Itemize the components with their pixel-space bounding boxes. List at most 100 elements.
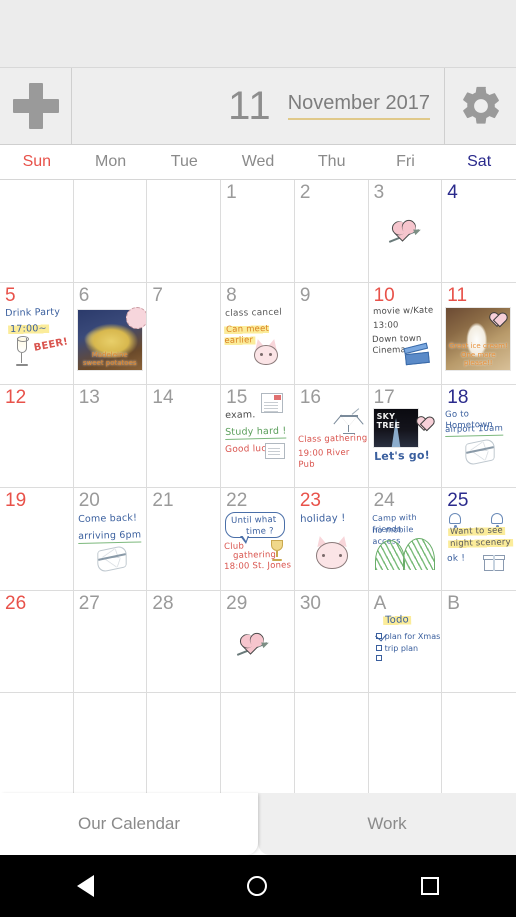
day-cell-empty[interactable] bbox=[73, 693, 148, 796]
notes-sticker bbox=[265, 443, 286, 460]
day-cell-26[interactable]: 26 bbox=[0, 590, 74, 694]
day-number: 20 bbox=[78, 489, 100, 511]
day-number: 17 bbox=[373, 387, 395, 409]
event-note-line1: exam. bbox=[225, 409, 256, 422]
add-event-button[interactable] bbox=[0, 68, 72, 144]
day-cell-14[interactable]: 14 bbox=[147, 385, 222, 488]
day-cell-16[interactable]: 16 Class gathering 19:00 River Pub bbox=[294, 385, 369, 488]
back-button-icon[interactable] bbox=[76, 875, 94, 897]
todo-item-2[interactable]: trip plan bbox=[375, 643, 419, 654]
hill-drawing-right bbox=[402, 537, 435, 570]
day-cell-7[interactable]: 7 bbox=[147, 282, 222, 386]
cat-face-sticker bbox=[313, 534, 351, 572]
day-cell-27[interactable]: 27 bbox=[73, 590, 148, 694]
day-cell-25[interactable]: 25 Want to see night scenery ok ! bbox=[442, 488, 516, 591]
day-cell-13[interactable]: 13 bbox=[73, 385, 148, 488]
event-area: movie w/Kate 13:00 Down town Cinema bbox=[369, 305, 442, 385]
day-cell-11[interactable]: 11 Great ice cream! One more please!! bbox=[442, 283, 516, 386]
day-cell-empty[interactable] bbox=[368, 693, 443, 796]
event-note-line1: movie w/Kate bbox=[372, 305, 434, 317]
event-area bbox=[369, 202, 442, 282]
day-cell-29[interactable]: 29 bbox=[221, 590, 295, 694]
toolbar: 11 November 2017 bbox=[0, 68, 516, 145]
weekday-fri: Fri bbox=[396, 153, 415, 170]
heart-arrow-sticker bbox=[235, 635, 271, 657]
day-cell-2[interactable]: 2 bbox=[294, 180, 369, 283]
day-cell[interactable] bbox=[147, 180, 222, 283]
day-cell-empty[interactable] bbox=[221, 693, 295, 796]
day-cell-3[interactable]: 3 bbox=[368, 180, 443, 283]
day-cell-21[interactable]: 21 bbox=[147, 487, 222, 591]
heart-sticker bbox=[490, 313, 504, 327]
day-number: 7 bbox=[152, 284, 163, 306]
day-cell-17[interactable]: 17 SKY TREE Let's go! bbox=[368, 385, 443, 488]
day-cell-10[interactable]: 10 movie w/Kate 13:00 Down town Cinema bbox=[368, 282, 443, 386]
checkbox-icon[interactable] bbox=[375, 654, 382, 661]
day-cell-23[interactable]: 23 holiday ! bbox=[294, 487, 369, 591]
event-area: Go to Hometown airport 10am bbox=[442, 407, 516, 487]
day-cell-empty[interactable] bbox=[442, 693, 516, 796]
event-area: class cancel Can meet earlier bbox=[221, 305, 294, 385]
event-area: Great ice cream! One more please!! bbox=[442, 305, 516, 385]
day-cell-6[interactable]: 6 Madeleine sweet potatoes bbox=[73, 282, 148, 386]
event-area: Madeleine sweet potatoes bbox=[74, 305, 147, 385]
day-cell[interactable] bbox=[73, 180, 148, 283]
airplane-sticker bbox=[96, 544, 128, 574]
day-cell-18[interactable]: 18 Go to Hometown airport 10am bbox=[442, 385, 516, 488]
day-cell-15[interactable]: 15 exam. Study hard ! Good luck bbox=[221, 385, 295, 488]
airplane-sticker bbox=[464, 437, 496, 467]
day-cell-20[interactable]: 20 Come back! arriving 6pm bbox=[73, 487, 148, 591]
event-note-line1: holiday ! bbox=[299, 512, 346, 525]
day-cell-b[interactable]: B bbox=[442, 591, 516, 694]
day-cell-a[interactable]: A Todo plan for Xmas trip plan bbox=[368, 590, 443, 694]
weekday-sun: Sun bbox=[22, 153, 52, 170]
day-number: 18 bbox=[447, 387, 469, 409]
todo-item-1[interactable]: plan for Xmas bbox=[375, 631, 440, 642]
day-cell-12[interactable]: 12 bbox=[0, 385, 74, 488]
day-cell-empty[interactable] bbox=[147, 693, 222, 796]
photo-label: SKY TREE bbox=[376, 412, 401, 431]
weekday-sat: Sat bbox=[467, 153, 492, 170]
settings-button[interactable] bbox=[444, 68, 516, 144]
day-cell-5[interactable]: 5 Drink Party 17:00~ BEER! bbox=[0, 282, 74, 386]
event-note-line2: airport 10am bbox=[445, 423, 504, 438]
day-number: 29 bbox=[226, 592, 248, 614]
event-note-line2: 17:00~ bbox=[8, 322, 49, 335]
event-area: SKY TREE Let's go! bbox=[369, 407, 442, 487]
clapperboard-sticker bbox=[402, 342, 430, 365]
day-cell-8[interactable]: 8 class cancel Can meet earlier bbox=[221, 282, 295, 386]
day-number: 10 bbox=[373, 284, 395, 306]
day-cell-empty[interactable] bbox=[0, 693, 74, 796]
weekday-wed: Wed bbox=[241, 153, 275, 170]
tab-our-calendar[interactable]: Our Calendar bbox=[0, 793, 258, 855]
day-cell-19[interactable]: 19 bbox=[0, 487, 74, 591]
event-area: Todo plan for Xmas trip plan bbox=[369, 613, 442, 693]
recents-button-icon[interactable] bbox=[421, 877, 440, 895]
tab-work[interactable]: Work bbox=[258, 793, 516, 855]
day-cell-28[interactable]: 28 bbox=[147, 590, 222, 694]
status-bar bbox=[0, 0, 516, 68]
todo-item-label: trip plan bbox=[384, 643, 419, 653]
day-number: 19 bbox=[5, 489, 27, 511]
day-cell-22[interactable]: 22 Until what time ? Club gathering 18:0… bbox=[221, 487, 295, 591]
event-photo-skytree[interactable]: SKY TREE bbox=[372, 408, 419, 449]
event-area: Drink Party 17:00~ BEER! bbox=[0, 305, 73, 385]
day-number: 16 bbox=[299, 387, 321, 409]
event-note-line3: ok ! bbox=[447, 553, 466, 564]
day-cell-1[interactable]: 1 bbox=[221, 180, 295, 283]
event-note-line2: Study hard ! bbox=[225, 425, 287, 441]
day-number: 2 bbox=[299, 182, 311, 203]
checkbox-checked-icon[interactable] bbox=[375, 633, 382, 640]
day-cell-empty[interactable] bbox=[294, 693, 369, 796]
day-cell-4[interactable]: 4 bbox=[442, 180, 516, 283]
day-cell-30[interactable]: 30 bbox=[294, 590, 369, 694]
checkbox-icon[interactable] bbox=[375, 645, 382, 652]
day-cell-9[interactable]: 9 bbox=[294, 282, 369, 386]
day-cell-24[interactable]: 24 Camp with friends no mobile access bbox=[368, 487, 443, 591]
event-note-line2: night scenery bbox=[448, 537, 514, 549]
month-year-selector[interactable]: November 2017 bbox=[287, 92, 430, 120]
day-cell[interactable] bbox=[0, 180, 74, 283]
home-button-icon[interactable] bbox=[247, 876, 268, 896]
todo-item-3[interactable] bbox=[375, 654, 385, 661]
hill-drawing-left bbox=[374, 539, 405, 570]
